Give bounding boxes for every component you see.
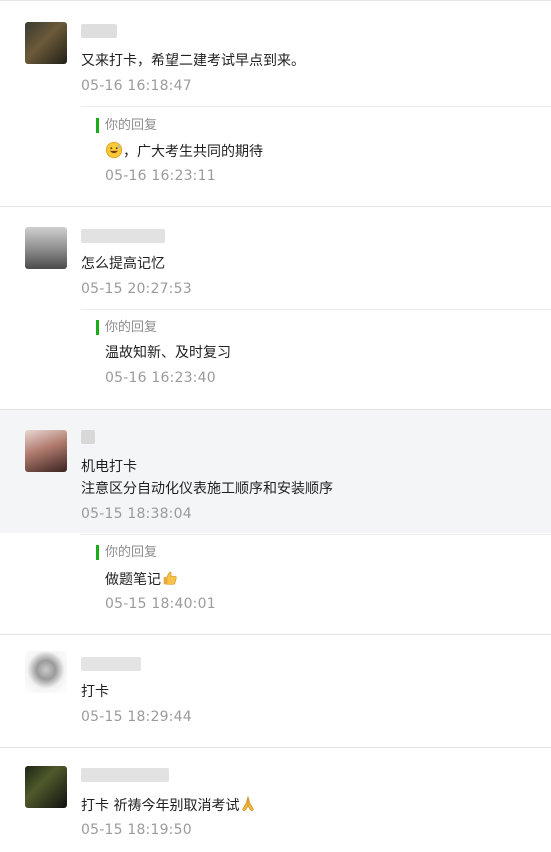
reply-text-content: ，广大考生共同的期待 xyxy=(123,144,263,160)
reply-accent-bar xyxy=(96,320,99,335)
comment-text: 怎么提高记忆 xyxy=(81,256,165,272)
reply-label: 你的回复 xyxy=(105,320,158,335)
nickname-blurred[interactable] xyxy=(81,229,165,243)
avatar[interactable] xyxy=(25,430,67,472)
reply-time: 05-16 16:23:11 xyxy=(105,168,216,184)
folded-hands-emoji xyxy=(242,795,255,811)
nickname-blurred[interactable] xyxy=(81,768,169,782)
comment-text-line1: 机电打卡 xyxy=(81,459,137,475)
comment-time: 05-15 20:27:53 xyxy=(81,281,192,297)
grinning-sweat-emoji xyxy=(105,141,123,159)
nickname-blurred[interactable] xyxy=(81,657,141,671)
comment-item: 打卡 05-15 18:29:44 xyxy=(0,635,551,747)
reply-label: 你的回复 xyxy=(105,545,158,560)
nickname-blurred[interactable] xyxy=(81,24,117,38)
comment-text-content: 打卡 祈祷今年别取消考试 xyxy=(81,798,240,814)
comment-time: 05-16 16:18:47 xyxy=(81,78,192,94)
reply-text-content: 做题笔记 xyxy=(105,572,161,588)
reply-accent-bar xyxy=(96,545,99,560)
reply-accent-bar xyxy=(96,118,99,133)
comment-list-page: 又来打卡，希望二建考试早点到来。 05-16 16:18:47 你的回复 ，广大… xyxy=(0,0,551,852)
reply-time: 05-15 18:40:01 xyxy=(105,596,216,612)
avatar[interactable] xyxy=(25,227,67,269)
avatar[interactable] xyxy=(25,766,67,808)
reply-label: 你的回复 xyxy=(105,118,158,133)
reply-divider xyxy=(81,309,551,310)
reply-divider xyxy=(81,534,551,535)
comment-text: 打卡 xyxy=(81,684,109,700)
comment-text-line2: 注意区分自动化仪表施工顺序和安装顺序 xyxy=(81,481,333,497)
comment-time: 05-15 18:19:50 xyxy=(81,822,192,838)
nickname-blurred[interactable] xyxy=(81,430,95,444)
reply-time: 05-16 16:23:40 xyxy=(105,370,216,386)
avatar[interactable] xyxy=(25,651,67,693)
reply-text: 做题笔记 xyxy=(105,569,179,590)
avatar[interactable] xyxy=(25,22,67,64)
thumbs-up-emoji xyxy=(163,571,177,585)
comment-text: 打卡 祈祷今年别取消考试 xyxy=(81,795,257,816)
comment-item: 机电打卡 注意区分自动化仪表施工顺序和安装顺序 05-15 18:38:04 你… xyxy=(0,410,551,634)
comment-time: 05-15 18:29:44 xyxy=(81,709,192,725)
reply-text: ，广大考生共同的期待 xyxy=(105,141,263,162)
comment-text: 又来打卡，希望二建考试早点到来。 xyxy=(81,53,305,69)
comment-item: 又来打卡，希望二建考试早点到来。 05-16 16:18:47 你的回复 ，广大… xyxy=(0,0,551,207)
reply-text: 温故知新、及时复习 xyxy=(105,345,231,361)
reply-divider xyxy=(81,106,551,107)
comment-item: 怎么提高记忆 05-15 20:27:53 你的回复 温故知新、及时复习 05-… xyxy=(0,207,551,409)
comment-time: 05-15 18:38:04 xyxy=(81,506,192,522)
comment-item: 打卡 祈祷今年别取消考试 05-15 18:19:50 xyxy=(0,748,551,852)
